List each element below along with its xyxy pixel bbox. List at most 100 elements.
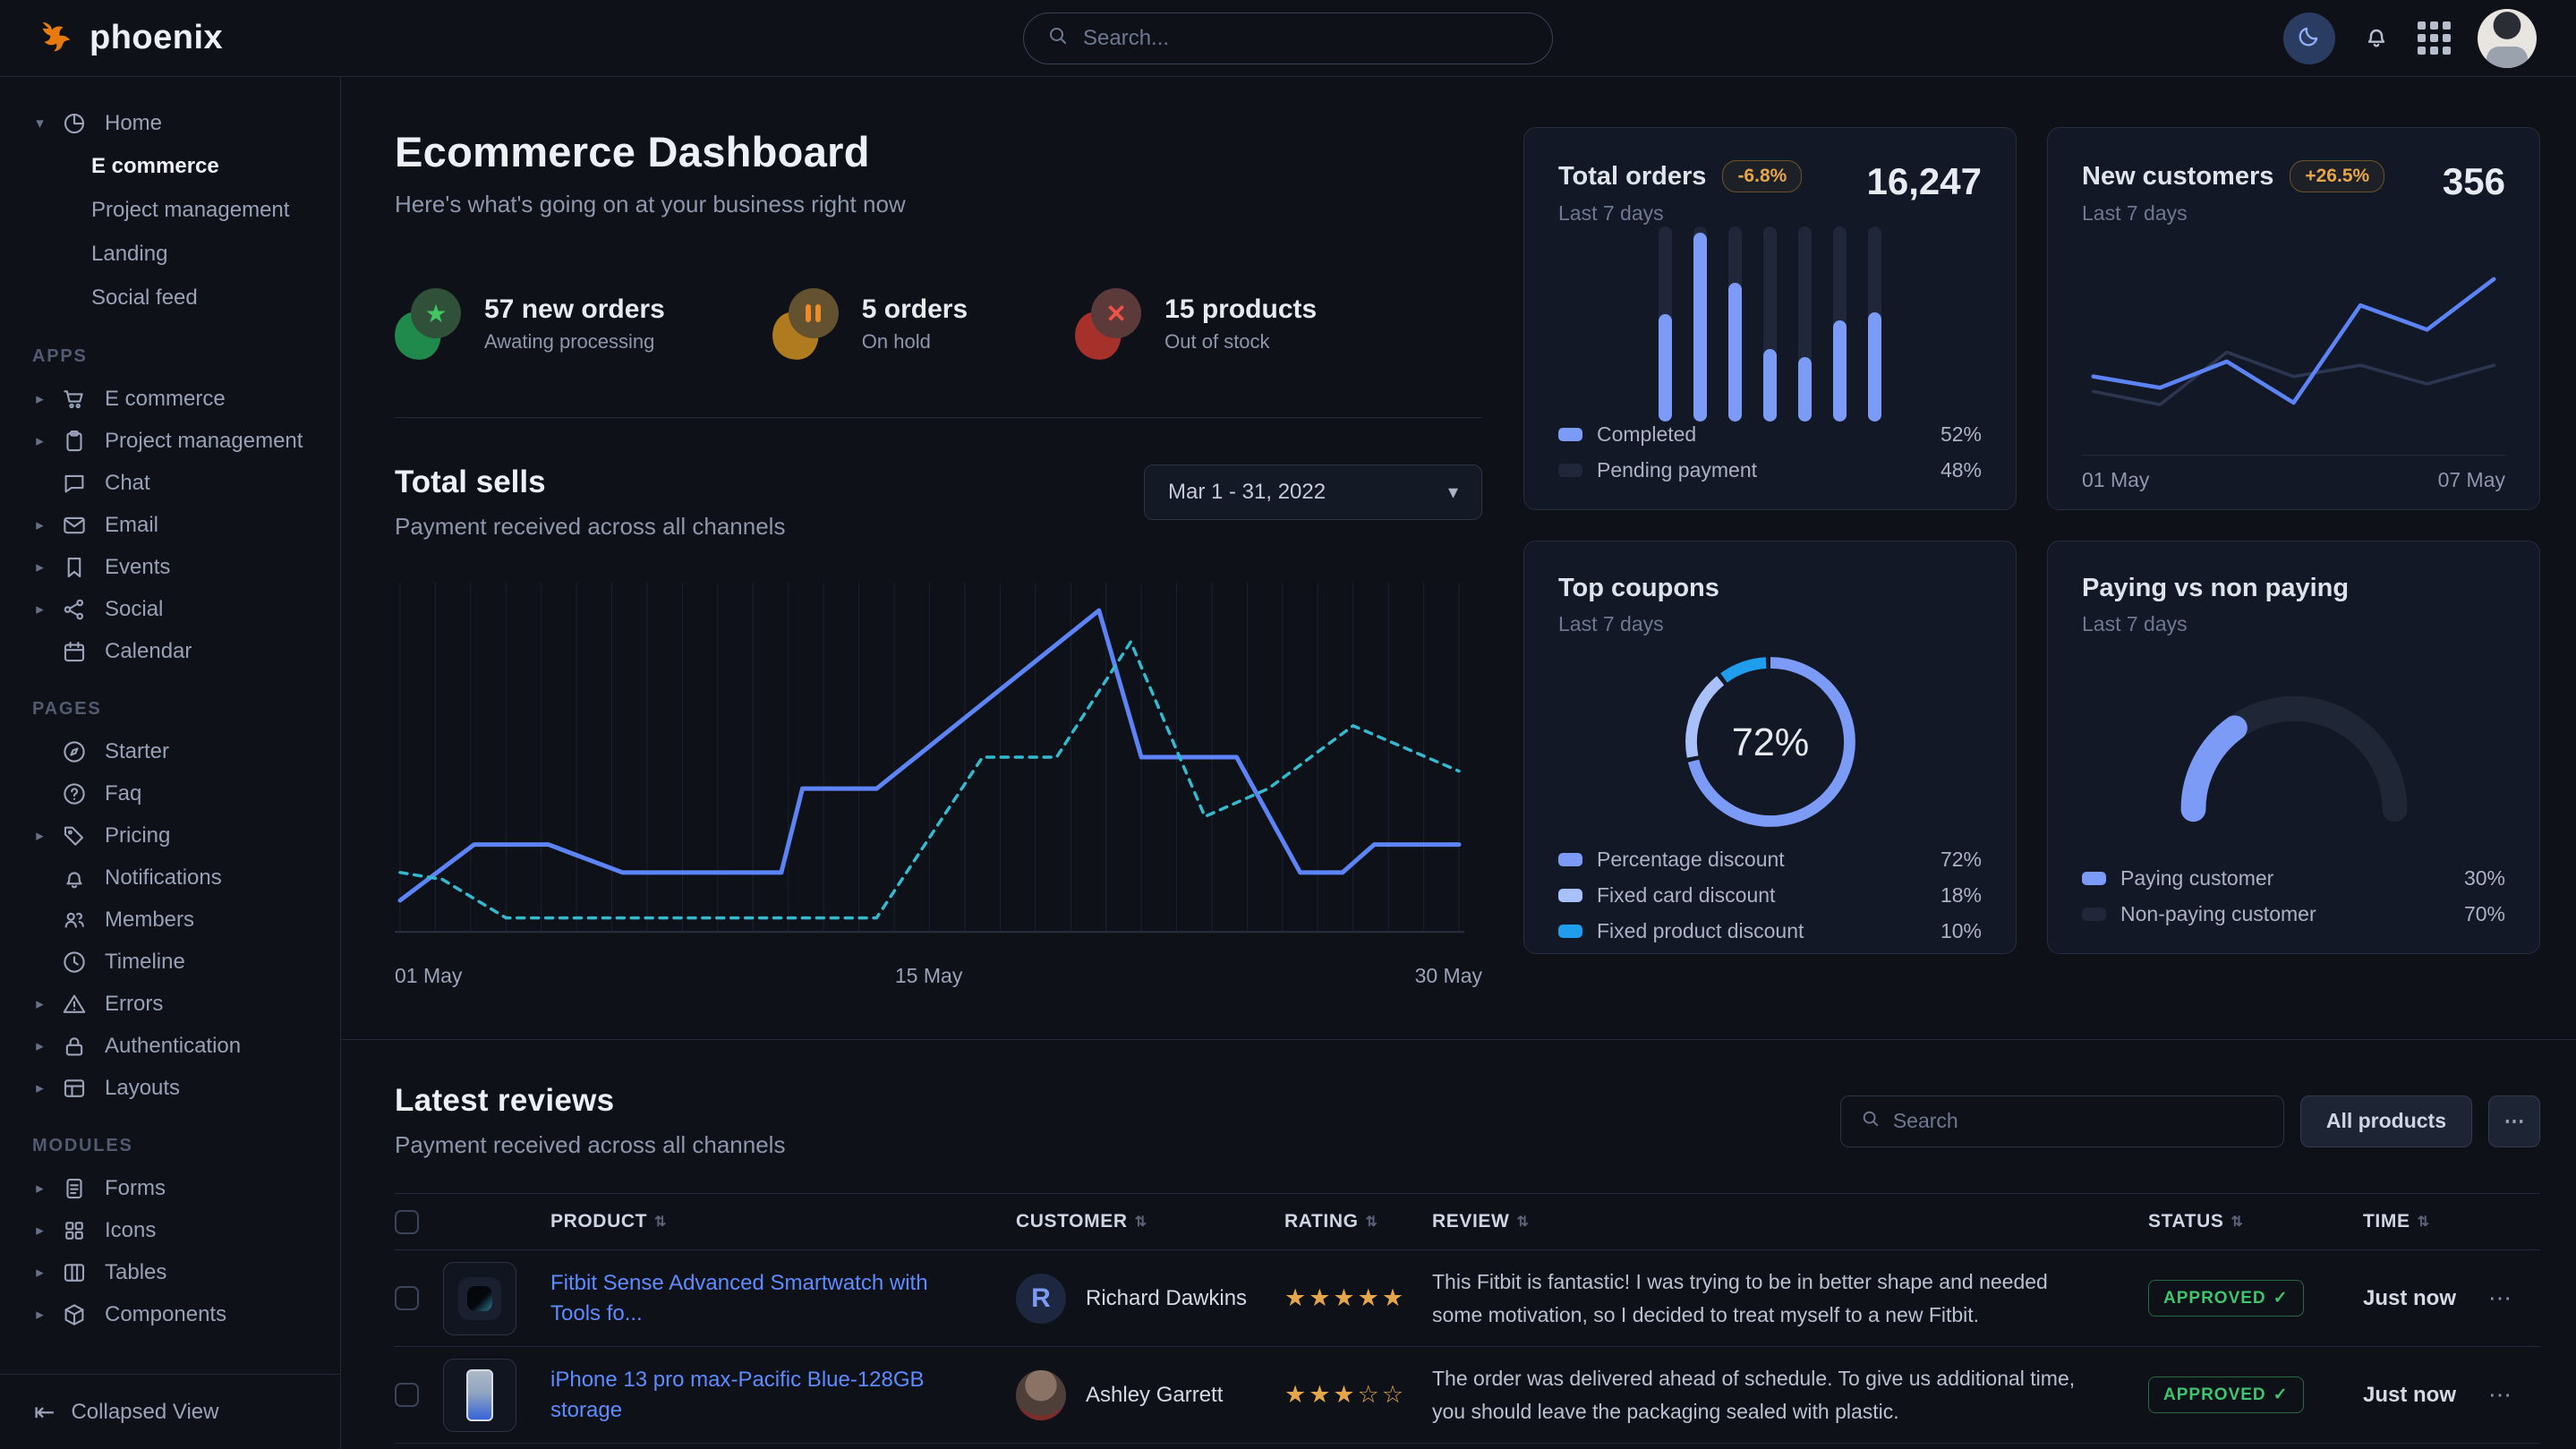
sidebar-item-events[interactable]: ▸Events [32, 546, 317, 588]
layout-icon [61, 1075, 91, 1102]
order-bar [1763, 226, 1777, 422]
sidebar-item-label: Pricing [105, 823, 170, 848]
stat-value: 57 new orders [484, 294, 665, 325]
stat-x-icon: ✕ [1075, 288, 1141, 360]
sidebar-item-pricing[interactable]: ▸ Pricing [32, 814, 317, 857]
caret-right-icon: ▸ [32, 432, 47, 450]
legend-swatch [1558, 428, 1582, 441]
legend-swatch [1558, 464, 1582, 477]
sidebar-item-members[interactable]: Members [32, 899, 317, 941]
sidebar-item-label: Icons [105, 1218, 156, 1243]
more-options-button[interactable]: ⋯ [2488, 1095, 2540, 1147]
card-title: Total orders [1558, 162, 1706, 192]
app-screen: phoenix [0, 0, 2576, 1449]
all-products-button[interactable]: All products [2300, 1095, 2472, 1147]
sidebar-item-notifications[interactable]: Notifications [32, 857, 317, 899]
check-icon: ✓ [2273, 1385, 2289, 1405]
sidebar-item-calendar[interactable]: Calendar [32, 630, 317, 672]
product-link[interactable]: Fitbit Sense Advanced Smartwatch with To… [550, 1268, 1016, 1328]
sidebar-item-label: Forms [105, 1176, 166, 1201]
avatar: R [1016, 1274, 1066, 1324]
sidebar-item-label: Starter [105, 739, 169, 764]
bell-icon [61, 865, 91, 891]
legend-swatch [1558, 889, 1582, 902]
sidebar-item-label: Members [105, 908, 194, 933]
sidebar-item-label: Chat [105, 471, 150, 496]
sidebar-subitem-social-feed[interactable]: Social feed [32, 276, 317, 320]
theme-toggle-button[interactable] [2283, 13, 2335, 64]
sidebar-item-faq[interactable]: Faq [32, 772, 317, 814]
row-actions-button[interactable]: ⋯ [2488, 1381, 2513, 1408]
users-icon [61, 907, 91, 933]
time-value: Just now [2363, 1383, 2456, 1407]
sidebar-item-icons[interactable]: ▸Icons [32, 1209, 317, 1251]
sidebar-item-email[interactable]: ▸Email [32, 504, 317, 546]
sort-icon: ⇅ [2418, 1213, 2430, 1231]
sidebar-item-starter[interactable]: Starter [32, 730, 317, 772]
sidebar-item-tables[interactable]: ▸Tables [32, 1251, 317, 1293]
moon-icon [2297, 23, 2322, 53]
product-thumbnail[interactable] [443, 1262, 516, 1335]
column-header-review[interactable]: REVIEW⇅ [1432, 1211, 2148, 1232]
file-icon [61, 1175, 91, 1202]
product-link[interactable]: iPhone 13 pro max-Pacific Blue-128GB sto… [550, 1365, 1016, 1425]
table-row [395, 1444, 2540, 1449]
sidebar-item-errors[interactable]: ▸Errors [32, 983, 317, 1025]
chevron-down-icon: ▾ [1448, 481, 1458, 504]
sidebar-item-e-commerce[interactable]: ▸E commerce [32, 378, 317, 420]
check-icon: ✓ [2273, 1288, 2289, 1308]
product-thumbnail[interactable] [443, 1359, 516, 1432]
collapse-view-button[interactable]: ⇤ Collapsed View [0, 1374, 340, 1449]
sidebar-item-components[interactable]: ▸Components [32, 1293, 317, 1335]
coupons-donut-chart: 72% [1665, 636, 1876, 848]
row-checkbox[interactable] [395, 1286, 419, 1310]
column-header-rating[interactable]: RATING⇅ [1284, 1211, 1432, 1232]
legend-label: Fixed product discount [1597, 919, 1926, 943]
sidebar-item-timeline[interactable]: Timeline [32, 941, 317, 983]
caret-right-icon: ▸ [32, 827, 47, 845]
brand-name: phoenix [90, 19, 223, 57]
card-title: Paying vs non paying [2082, 574, 2349, 603]
sidebar-item-label: Layouts [105, 1076, 180, 1101]
review-text: This Fitbit is fantastic! I was trying t… [1432, 1266, 2148, 1332]
sidebar-item-project-management[interactable]: ▸Project management [32, 420, 317, 462]
order-bar [1833, 226, 1847, 422]
profile-avatar[interactable] [2478, 9, 2537, 68]
column-header-status[interactable]: STATUS⇅ [2148, 1211, 2363, 1232]
bell-icon [2362, 21, 2391, 55]
box-icon [61, 1301, 91, 1328]
sidebar-item-home[interactable]: ▾Home [32, 102, 317, 144]
date-range-select[interactable]: Mar 1 - 31, 2022 ▾ [1144, 465, 1482, 520]
brand[interactable]: phoenix [36, 15, 223, 61]
reviews-search[interactable] [1840, 1095, 2284, 1147]
sidebar-item-forms[interactable]: ▸Forms [32, 1167, 317, 1209]
apps-menu-button[interactable] [2418, 21, 2451, 55]
sidebar-item-social[interactable]: ▸Social [32, 588, 317, 630]
card-period: Last 7 days [2082, 612, 2349, 636]
reviews-table-header: PRODUCT⇅CUSTOMER⇅RATING⇅REVIEW⇅STATUS⇅TI… [395, 1193, 2540, 1250]
column-header-product[interactable]: PRODUCT⇅ [550, 1211, 1016, 1232]
columns-icon [61, 1259, 91, 1286]
sidebar-item-layouts[interactable]: ▸Layouts [32, 1067, 317, 1109]
column-header-time[interactable]: TIME⇅ [2363, 1211, 2488, 1232]
select-all-checkbox[interactable] [395, 1210, 419, 1234]
notifications-button[interactable] [2362, 21, 2391, 55]
sidebar-subitem-e-commerce[interactable]: E commerce [32, 144, 317, 188]
global-search-input[interactable] [1083, 26, 1529, 51]
row-actions-button[interactable]: ⋯ [2488, 1284, 2513, 1311]
sidebar-subitem-landing[interactable]: Landing [32, 232, 317, 276]
column-header-customer[interactable]: CUSTOMER⇅ [1016, 1211, 1284, 1232]
row-checkbox[interactable] [395, 1383, 419, 1407]
sidebar-item-chat[interactable]: Chat [32, 462, 317, 504]
review-text: The order was delivered ahead of schedul… [1432, 1362, 2148, 1428]
sidebar-item-authentication[interactable]: ▸Authentication [32, 1025, 317, 1067]
global-search[interactable] [1023, 13, 1553, 64]
reviews-table-body: Fitbit Sense Advanced Smartwatch with To… [395, 1250, 2540, 1449]
caret-right-icon: ▸ [32, 516, 47, 534]
compass-icon [61, 738, 91, 765]
reviews-search-input[interactable] [1893, 1109, 2264, 1133]
legend-swatch [1558, 925, 1582, 938]
sidebar-item-label: Notifications [105, 865, 222, 891]
sidebar-subitem-project-management[interactable]: Project management [32, 188, 317, 232]
customer-name: Richard Dawkins [1086, 1286, 1247, 1311]
